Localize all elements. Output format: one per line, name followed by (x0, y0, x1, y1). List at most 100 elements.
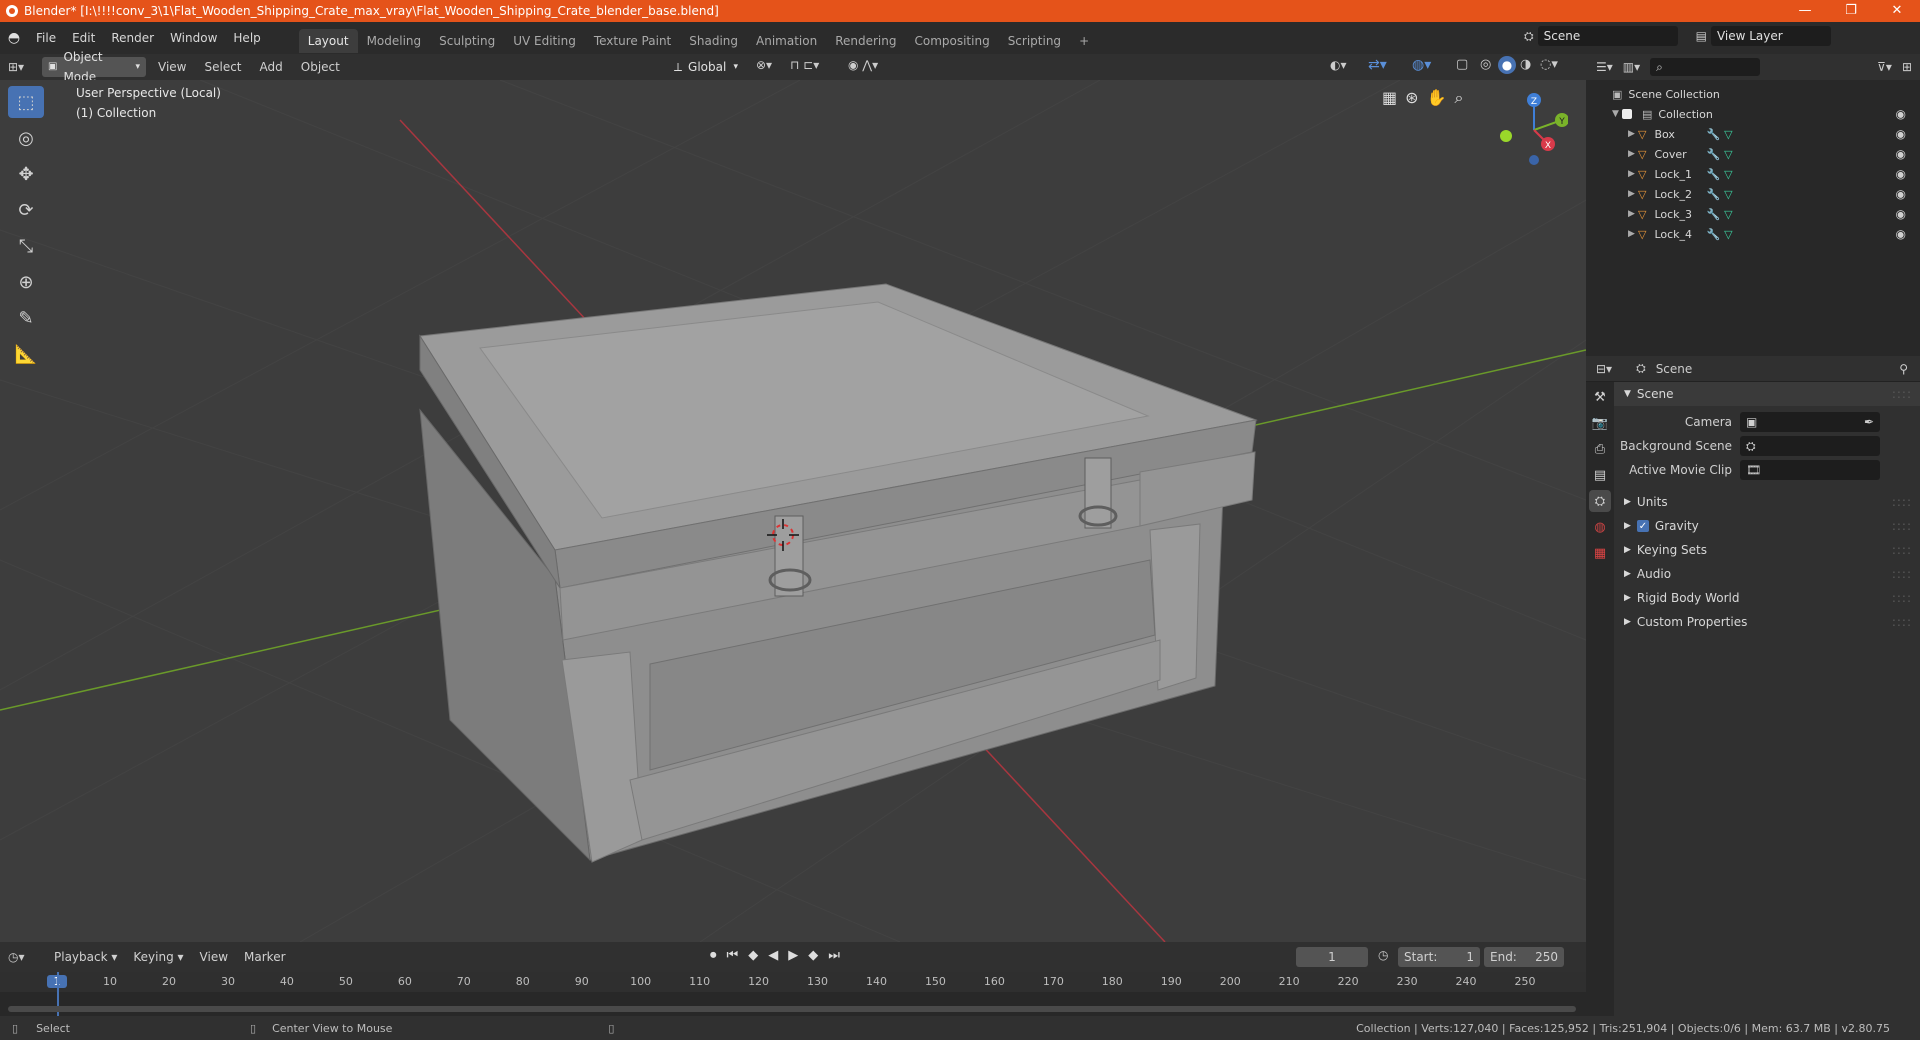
outliner-object[interactable]: ▶ ▽ Lock_1 🔧 ▽ ◉ (1586, 164, 1920, 184)
wireframe-shading-icon[interactable]: ◎ (1480, 57, 1491, 72)
drag-handle-icon[interactable]: :::: (1892, 543, 1912, 557)
blender-menu-icon[interactable]: ◓ (0, 30, 28, 46)
scene-selector[interactable]: Scene (1537, 26, 1678, 46)
material-shading-icon[interactable]: ◑ (1520, 57, 1531, 72)
expand-icon[interactable]: ▶ (1628, 149, 1638, 159)
move-tool-icon[interactable]: ✥ (8, 158, 44, 190)
timeline-editor-icon[interactable]: ◷▾ (8, 950, 44, 964)
drag-handle-icon[interactable]: :::: (1892, 495, 1912, 509)
expand-icon[interactable]: ▶ (1628, 129, 1638, 139)
solid-shading-icon[interactable]: ● (1498, 56, 1516, 74)
checkbox-icon[interactable] (1622, 109, 1632, 119)
tab-layout[interactable]: Layout (298, 29, 358, 53)
outliner-object[interactable]: ▶ ▽ Cover 🔧 ▽ ◉ (1586, 144, 1920, 164)
outliner-object[interactable]: ▶ ▽ Box 🔧 ▽ ◉ (1586, 124, 1920, 144)
camera-field[interactable]: ▣ ✒ (1740, 412, 1880, 432)
texture-tab-icon[interactable]: ▦ (1589, 542, 1611, 564)
preview-range-icon[interactable]: ◷ (1378, 948, 1388, 962)
scene-panel-header[interactable]: ▼ Scene :::: (1614, 382, 1920, 406)
menu-add[interactable]: Add (254, 57, 289, 77)
rotate-tool-icon[interactable]: ⟳ (8, 194, 44, 226)
outliner-object[interactable]: ▶ ▽ Lock_4 🔧 ▽ ◉ (1586, 224, 1920, 244)
output-tab-icon[interactable]: ⎙ (1589, 438, 1611, 460)
tab-modeling[interactable]: Modeling (358, 29, 431, 53)
scene-tab-icon[interactable]: ⛭ (1589, 490, 1611, 512)
menu-window[interactable]: Window (162, 26, 225, 50)
tool-tab-icon[interactable]: ⚒ (1589, 386, 1611, 408)
outliner-object[interactable]: ▶ ▽ Lock_2 🔧 ▽ ◉ (1586, 184, 1920, 204)
menu-playback[interactable]: Playback ▾ (48, 947, 123, 967)
new-collection-icon[interactable]: ⊞ (1902, 60, 1912, 74)
world-tab-icon[interactable]: ◍ (1589, 516, 1611, 538)
tab-sculpting[interactable]: Sculpting (430, 29, 504, 53)
cursor-tool-icon[interactable]: ◎ (8, 122, 44, 154)
zoom-icon[interactable]: ⌕ (1454, 88, 1463, 108)
transform-tool-icon[interactable]: ⊕ (8, 266, 44, 298)
properties-editor-icon[interactable]: ⊟▾ (1596, 362, 1612, 376)
tab-animation[interactable]: Animation (747, 29, 826, 53)
rendered-shading-icon[interactable]: ◌▾ (1540, 57, 1558, 72)
tab-rendering[interactable]: Rendering (826, 29, 905, 53)
close-button[interactable]: ✕ (1874, 0, 1920, 22)
eye-icon[interactable]: ◉ (1896, 207, 1906, 221)
eye-icon[interactable]: ◉ (1896, 147, 1906, 161)
outliner-collection[interactable]: ▼ ▤ Collection ◉ (1586, 104, 1920, 124)
mode-selector[interactable]: ▣ Object Mode ▾ (42, 50, 146, 84)
end-frame-field[interactable]: End: 250 (1484, 947, 1564, 967)
view-layer-selector[interactable]: View Layer (1710, 26, 1831, 46)
camera-view-icon[interactable]: ⊛ (1405, 88, 1418, 108)
eye-icon[interactable]: ◉ (1896, 187, 1906, 201)
play-reverse-icon[interactable]: ◀ (768, 948, 778, 963)
expand-icon[interactable]: ▼ (1612, 109, 1622, 119)
drag-handle-icon[interactable]: :::: (1892, 567, 1912, 581)
jump-end-icon[interactable]: ⏭ (828, 948, 840, 963)
gizmo-toggle-icon[interactable]: ⇄▾ (1368, 57, 1387, 73)
3d-viewport[interactable]: User Perspective (Local) (1) Collection … (0, 80, 1586, 942)
drag-handle-icon[interactable]: :::: (1892, 591, 1912, 605)
audio-section[interactable]: ▶ Audio :::: (1614, 562, 1920, 586)
drag-handle-icon[interactable]: :::: (1892, 519, 1912, 533)
visibility-icon[interactable]: ◐▾ (1330, 58, 1347, 72)
expand-icon[interactable]: ▶ (1628, 229, 1638, 239)
select-box-tool-icon[interactable]: ⬚ (8, 86, 44, 118)
timeline-scrollbar[interactable] (8, 1006, 1576, 1012)
play-icon[interactable]: ▶ (788, 948, 798, 963)
menu-file[interactable]: File (28, 26, 64, 50)
tab-shading[interactable]: Shading (680, 29, 747, 53)
render-tab-icon[interactable]: 📷 (1589, 412, 1611, 434)
record-icon[interactable]: ⏺ (710, 948, 717, 963)
expand-icon[interactable]: ▶ (1628, 209, 1638, 219)
units-section[interactable]: ▶ Units :::: (1614, 490, 1920, 514)
snap-icon[interactable]: ⊓ ⊏▾ (790, 58, 819, 72)
editor-type-icon[interactable]: ⊞▾ (8, 60, 36, 74)
overlay-toggle-icon[interactable]: ◍▾ (1412, 57, 1431, 73)
frame-ruler[interactable]: 1102030405060708090100110120130140150160… (0, 972, 1586, 992)
outliner-object[interactable]: ▶ ▽ Lock_3 🔧 ▽ ◉ (1586, 204, 1920, 224)
toggle-grid-icon[interactable]: ▦ (1382, 88, 1397, 108)
maximize-button[interactable]: ❐ (1828, 0, 1874, 22)
keying-sets-section[interactable]: ▶ Keying Sets :::: (1614, 538, 1920, 562)
measure-tool-icon[interactable]: 📐 (8, 338, 44, 370)
menu-marker[interactable]: Marker (238, 947, 291, 967)
tab-scripting[interactable]: Scripting (999, 29, 1070, 53)
start-frame-field[interactable]: Start: 1 (1398, 947, 1480, 967)
outliner-search-input[interactable]: ⌕ (1650, 58, 1761, 76)
expand-icon[interactable]: ▶ (1628, 169, 1638, 179)
expand-icon[interactable]: ▶ (1628, 189, 1638, 199)
custom-properties-section[interactable]: ▶ Custom Properties :::: (1614, 610, 1920, 634)
timeline[interactable]: 1102030405060708090100110120130140150160… (0, 972, 1586, 1016)
menu-keying[interactable]: Keying ▾ (127, 947, 189, 967)
menu-help[interactable]: Help (225, 26, 268, 50)
add-workspace-button[interactable]: + (1070, 29, 1098, 53)
eye-icon[interactable]: ◉ (1896, 227, 1906, 241)
outliner-editor-icon[interactable]: ☰▾ (1596, 60, 1613, 74)
tab-compositing[interactable]: Compositing (905, 29, 998, 53)
current-frame-field[interactable]: 1 (1296, 947, 1368, 967)
menu-timeline-view[interactable]: View (194, 947, 234, 967)
view-layer-icon[interactable]: ▤ (1696, 29, 1707, 43)
eye-icon[interactable]: ◉ (1896, 167, 1906, 181)
eye-icon[interactable]: ◉ (1896, 127, 1906, 141)
menu-select[interactable]: Select (198, 57, 247, 77)
active-clip-field[interactable]: 🎞 (1740, 460, 1880, 480)
pin-icon[interactable]: ⚲ (1899, 362, 1908, 376)
